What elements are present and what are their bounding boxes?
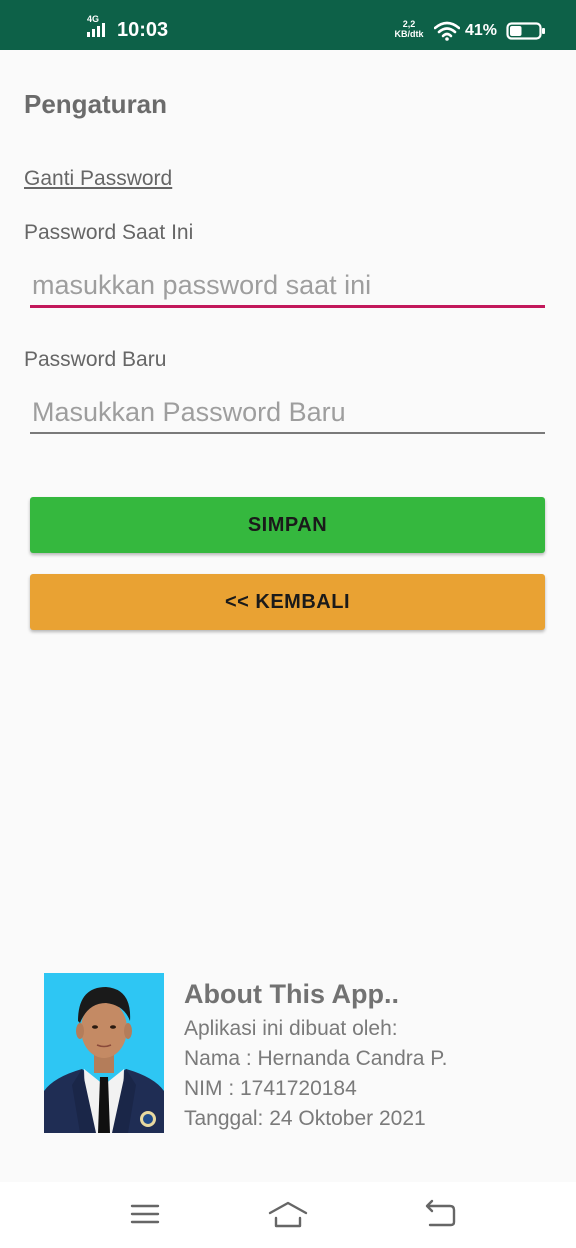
battery-percent: 41%: [465, 22, 498, 39]
wifi-icon: [434, 21, 460, 41]
change-password-link[interactable]: Ganti Password: [24, 166, 172, 192]
new-password-label: Password Baru: [24, 348, 167, 371]
new-password-field[interactable]: [30, 388, 545, 436]
back-icon[interactable]: [418, 1196, 462, 1232]
status-time: 10:03: [117, 19, 169, 41]
about-line-nim: NIM : 1741720184: [184, 1077, 357, 1100]
about-title: About This App..: [184, 979, 399, 1009]
status-bar: 4G 10:03 2,2 KB/dtk 41%: [0, 0, 576, 50]
current-password-underline: [30, 305, 545, 308]
navigation-bar: [0, 1182, 576, 1248]
back-button[interactable]: << KEMBALI: [30, 574, 545, 630]
signal-icon: [87, 23, 105, 37]
about-line-date: Tanggal: 24 Oktober 2021: [184, 1107, 426, 1130]
menu-icon[interactable]: [123, 1196, 167, 1232]
battery-icon: [506, 22, 545, 40]
current-password-label: Password Saat Ini: [24, 221, 194, 244]
page-title: Pengaturan: [24, 89, 168, 119]
network-speed: 2,2 KB/dtk: [392, 19, 426, 39]
new-password-underline: [30, 432, 545, 434]
battery-fill: [510, 26, 522, 36]
current-password-field[interactable]: [30, 261, 545, 309]
home-icon[interactable]: [266, 1196, 310, 1232]
network-speed-value: 2,2: [402, 19, 416, 29]
about-line-created-by: Aplikasi ini dibuat oleh:: [184, 1017, 398, 1040]
network-speed-unit: KB/dtk: [394, 29, 424, 39]
about-line-name: Nama : Hernanda Candra P.: [184, 1047, 448, 1070]
save-button[interactable]: SIMPAN: [30, 497, 545, 553]
developer-photo: [44, 973, 164, 1133]
